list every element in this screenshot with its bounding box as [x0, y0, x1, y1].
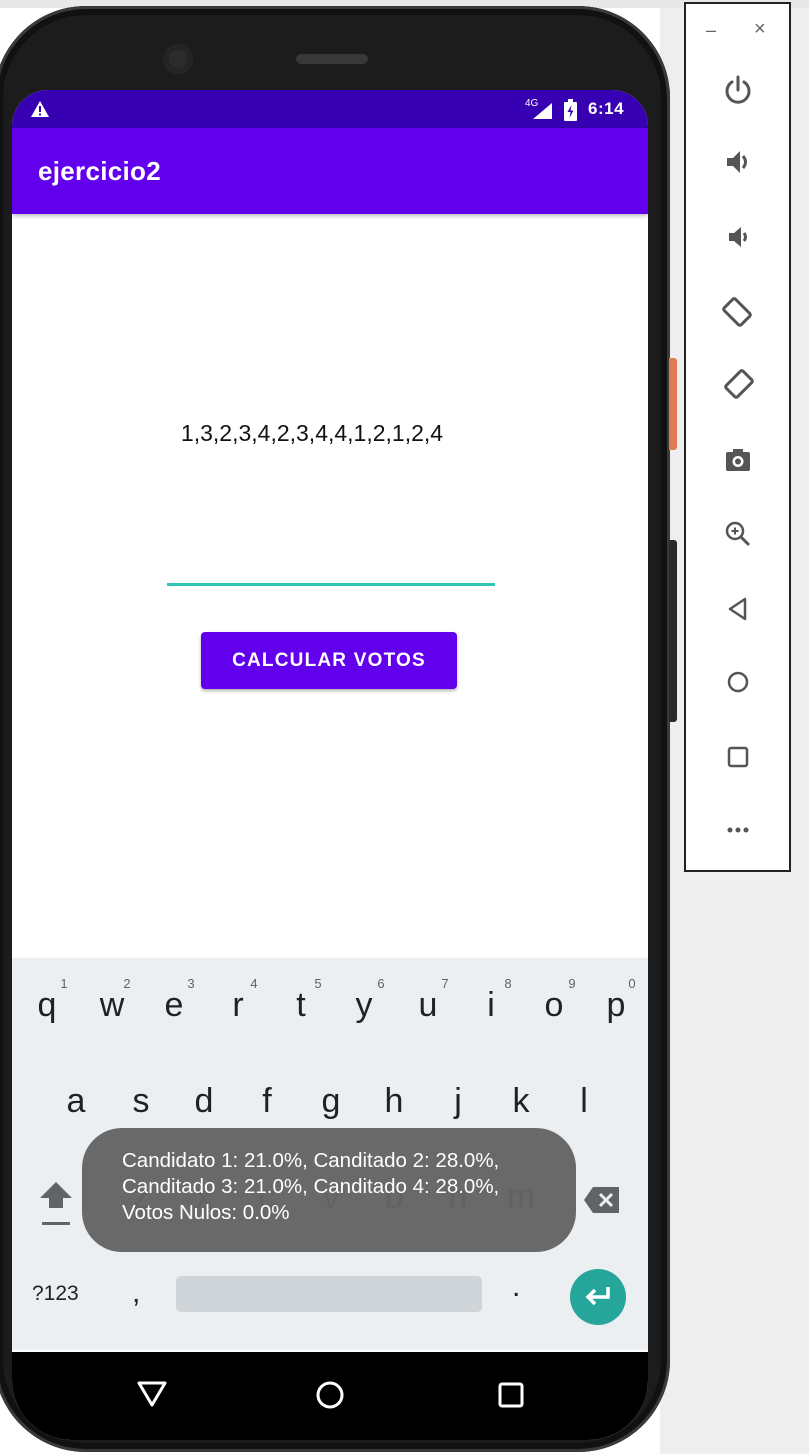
zoom-icon[interactable] — [720, 516, 756, 552]
key-w[interactable]: w — [92, 986, 132, 1025]
volume-down-icon[interactable] — [720, 219, 756, 255]
volume-up-icon[interactable] — [720, 144, 756, 180]
nav-recents-icon[interactable] — [498, 1382, 524, 1408]
key-k[interactable]: k — [501, 1082, 541, 1121]
key-p[interactable]: p — [596, 986, 636, 1025]
key-f[interactable]: f — [247, 1082, 287, 1121]
minimize-button[interactable]: – — [706, 20, 716, 41]
app-bar: ejercicio2 — [12, 128, 648, 214]
enter-key[interactable] — [570, 1269, 626, 1325]
home-icon[interactable] — [720, 664, 756, 700]
key-r[interactable]: r — [218, 986, 258, 1025]
space-bar[interactable] — [176, 1276, 482, 1312]
key-o[interactable]: o — [534, 986, 574, 1025]
side-volume-button[interactable] — [669, 540, 677, 722]
signal-icon — [533, 103, 552, 119]
backspace-icon[interactable] — [583, 1186, 621, 1214]
phone-screen: 4G 6:14 ejercicio2 1,3,2,3,4,2,3,4,4,1,2… — [12, 90, 648, 1440]
battery-charging-icon — [564, 99, 577, 121]
app-title: ejercicio2 — [38, 156, 161, 186]
key-u[interactable]: u — [408, 986, 448, 1025]
key-e[interactable]: e — [154, 986, 194, 1025]
votes-input-wrapper — [167, 545, 495, 585]
shift-icon[interactable] — [38, 1180, 74, 1228]
navigation-bar — [12, 1352, 648, 1440]
toast-line: Canditado 3: 21.0%, Canditado 4: 28.0%, — [122, 1175, 500, 1198]
toast-line: Candidato 1: 21.0%, Canditado 2: 28.0%, — [122, 1149, 500, 1172]
comma-key[interactable]: , — [132, 1276, 140, 1310]
rotate-right-icon[interactable] — [720, 366, 756, 402]
nav-home-icon[interactable] — [315, 1380, 345, 1410]
key-l[interactable]: l — [564, 1082, 604, 1121]
status-bar: 4G 6:14 — [12, 90, 648, 128]
key-y[interactable]: y — [344, 986, 384, 1025]
key-i[interactable]: i — [471, 986, 511, 1025]
nav-back-icon[interactable] — [136, 1380, 168, 1408]
input-underline — [167, 583, 495, 586]
overview-icon[interactable] — [720, 739, 756, 775]
back-icon[interactable] — [720, 591, 756, 627]
front-camera — [163, 44, 193, 74]
key-s[interactable]: s — [121, 1082, 161, 1121]
close-button[interactable]: × — [754, 18, 766, 41]
symbols-key[interactable]: ?123 — [32, 1282, 79, 1306]
side-power-button[interactable] — [669, 358, 677, 450]
votes-label: 1,3,2,3,4,2,3,4,4,1,2,1,2,4 — [180, 420, 444, 446]
emulator-toolbar: – × — [684, 2, 791, 872]
key-h[interactable]: h — [374, 1082, 414, 1121]
calculate-votes-button[interactable]: CALCULAR VOTOS — [201, 632, 457, 689]
votes-input[interactable] — [167, 545, 495, 583]
key-a[interactable]: a — [56, 1082, 96, 1121]
toast-line: Votos Nulos: 0.0% — [122, 1201, 290, 1224]
power-icon[interactable] — [720, 72, 756, 108]
key-d[interactable]: d — [184, 1082, 224, 1121]
earpiece-speaker — [296, 54, 368, 64]
key-t[interactable]: t — [281, 986, 321, 1025]
warning-icon — [31, 101, 49, 117]
key-j[interactable]: j — [438, 1082, 478, 1121]
camera-icon[interactable] — [720, 442, 756, 478]
status-clock: 6:14 — [588, 99, 625, 118]
key-q[interactable]: q — [27, 986, 67, 1025]
results-toast: Candidato 1: 21.0%, Canditado 2: 28.0%, … — [82, 1128, 576, 1252]
period-key[interactable]: . — [512, 1270, 520, 1304]
more-icon[interactable] — [720, 812, 756, 848]
enter-icon — [585, 1287, 610, 1306]
rotate-left-icon[interactable] — [720, 294, 756, 330]
key-g[interactable]: g — [311, 1082, 351, 1121]
